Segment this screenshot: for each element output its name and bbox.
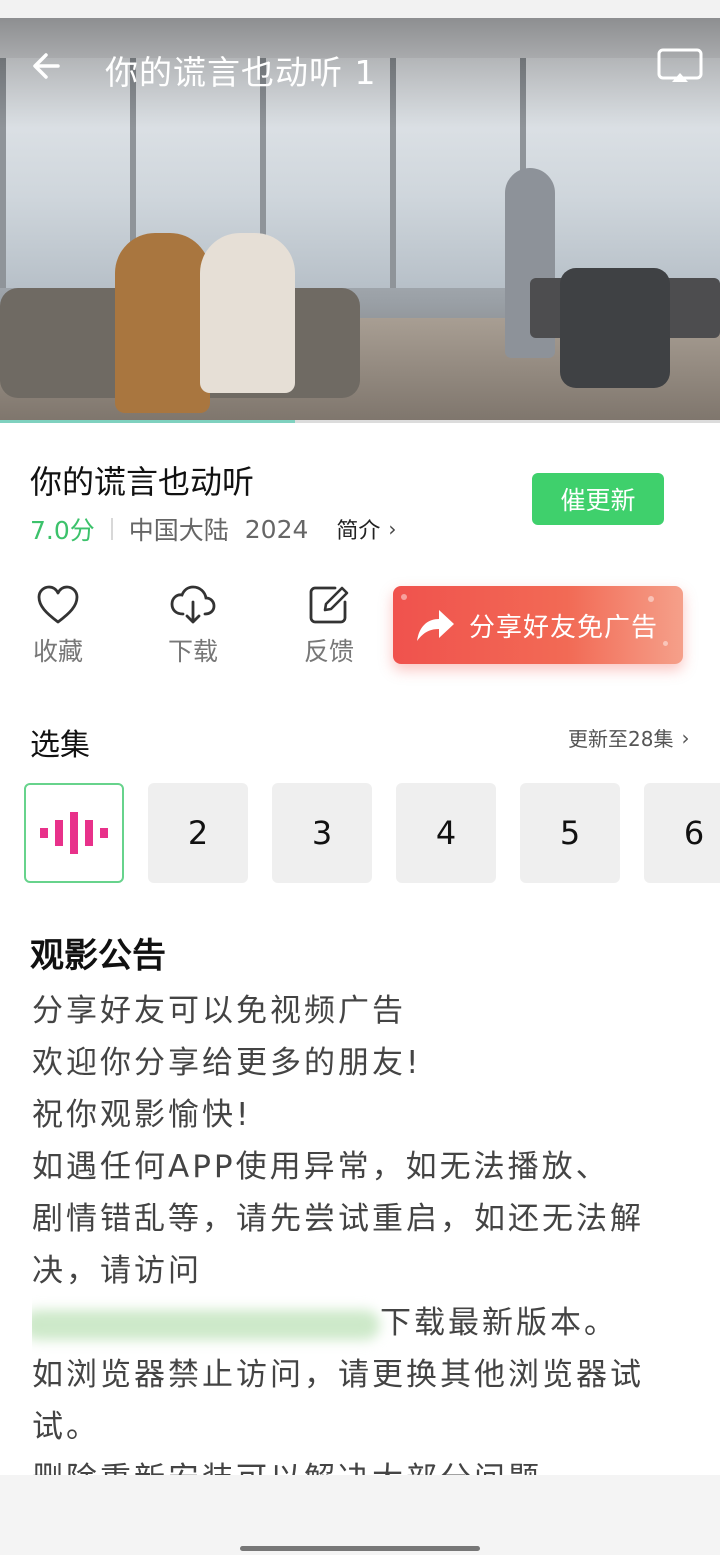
playback-progress-fill — [0, 420, 296, 423]
show-year: 2024 — [244, 514, 309, 544]
notice-line: 分享好友可以免视频广告 — [32, 993, 406, 1029]
favorite-label: 收藏 — [32, 637, 83, 666]
episodes-update-status: 更新至28集 — [568, 727, 674, 751]
favorite-button[interactable]: 收藏 — [13, 584, 103, 668]
episodes-title: 选集 — [30, 728, 90, 763]
status-bar — [0, 0, 720, 18]
intro-label: 简介 — [336, 519, 381, 544]
notice-line: 如浏览器禁止访问，请更换其他浏览器试 — [32, 1357, 644, 1393]
feedback-button[interactable]: 反馈 — [284, 584, 374, 668]
episode-item[interactable]: 2 — [148, 783, 248, 883]
arrow-left-icon[interactable] — [28, 46, 68, 86]
rating-score: 7.0分 — [30, 516, 95, 545]
request-update-button[interactable]: 催更新 — [532, 473, 664, 525]
heart-icon — [37, 585, 79, 624]
playing-equalizer-icon — [40, 812, 108, 854]
share-friends-button[interactable]: 分享好友免广告 — [393, 586, 683, 664]
episode-item[interactable]: 6 — [644, 783, 720, 883]
episode-item[interactable]: 4 — [396, 783, 496, 883]
notice-line: 决，请访问 — [32, 1253, 202, 1289]
show-title: 你的谎言也动听 — [30, 463, 255, 501]
meta-divider — [110, 518, 113, 540]
notice-line: 欢迎你分享给更多的朋友! — [32, 1045, 422, 1081]
notice-body: 分享好友可以免视频广告 欢迎你分享给更多的朋友! 祝你观影愉快! 如遇任何APP… — [32, 985, 692, 1475]
home-indicator[interactable] — [240, 1546, 480, 1551]
scene-person — [200, 233, 295, 393]
episode-item-playing[interactable] — [24, 783, 124, 883]
chevron-right-icon: › — [681, 725, 690, 750]
blurred-url-link[interactable] — [32, 1309, 380, 1340]
notice-line: 试。 — [32, 1409, 100, 1445]
scene-person — [115, 233, 210, 413]
download-label: 下载 — [167, 637, 218, 666]
episode-item[interactable]: 5 — [520, 783, 620, 883]
show-meta: 7.0分 中国大陆 2024 简介 › — [30, 512, 396, 546]
download-button[interactable]: 下载 — [148, 584, 238, 668]
player-title: 你的谎言也动听 1 — [105, 53, 377, 92]
video-player[interactable]: 你的谎言也动听 1 — [0, 18, 720, 423]
feedback-label: 反馈 — [303, 637, 354, 666]
edit-icon — [309, 586, 349, 624]
intro-link[interactable]: 简介 › — [336, 513, 396, 545]
share-label: 分享好友免广告 — [469, 612, 659, 643]
chevron-right-icon: › — [388, 517, 397, 541]
episode-item[interactable]: 3 — [272, 783, 372, 883]
episode-list: 2 3 4 5 6 — [24, 783, 720, 883]
screen-cast-icon[interactable] — [656, 46, 704, 86]
notice-line: 祝你观影愉快! — [32, 1097, 252, 1133]
notice-line: 下载最新版本。 — [380, 1305, 618, 1341]
decor-dot — [648, 596, 654, 602]
decor-dot — [663, 641, 668, 646]
show-region: 中国大陆 — [128, 516, 229, 545]
notice-line: 如遇任何APP使用异常，如无法播放、 — [32, 1149, 610, 1185]
decor-dot — [401, 594, 407, 600]
bottom-bar — [0, 1475, 720, 1555]
playback-progress-bar[interactable] — [0, 420, 720, 423]
episodes-update-link[interactable]: 更新至28集 › — [568, 723, 689, 752]
notice-line: 剧情错乱等，请先尝试重启，如还无法解 — [32, 1201, 644, 1237]
notice-title: 观影公告 — [30, 936, 166, 976]
scene-chair — [560, 268, 670, 388]
share-arrow-icon — [417, 610, 454, 641]
notice-line: 删除重新安装可以解决大部分问题 — [32, 1453, 692, 1475]
cloud-download-icon — [170, 585, 216, 624]
notice-line-with-link: 下载最新版本。 — [32, 1297, 692, 1349]
